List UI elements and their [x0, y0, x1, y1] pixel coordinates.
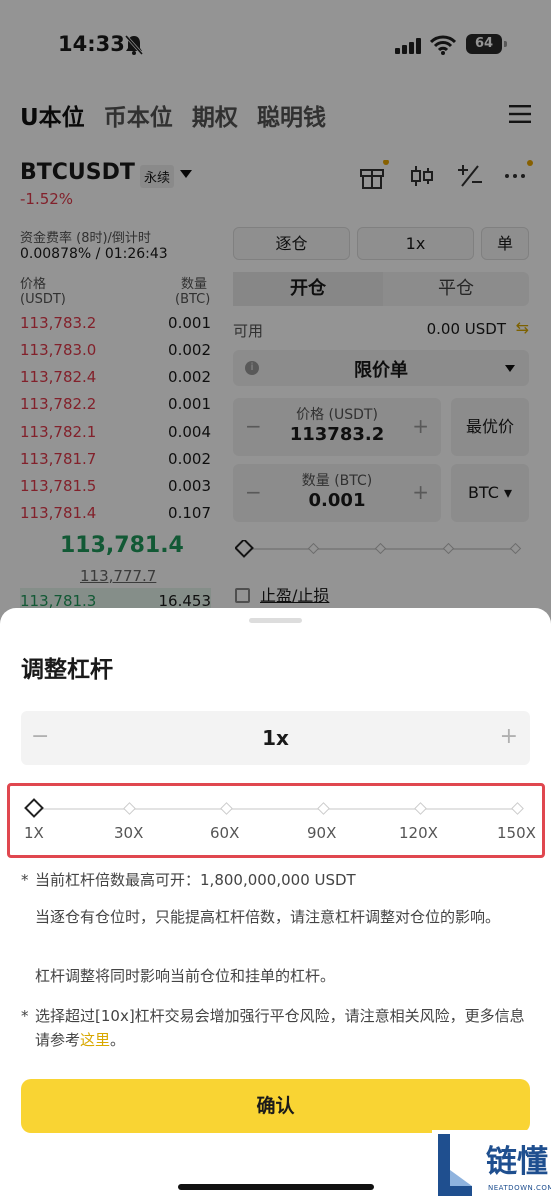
home-indicator[interactable] [178, 1184, 374, 1190]
watermark-text: 链懂 [486, 1144, 548, 1180]
slider-tick-label: 120X [399, 824, 438, 842]
leverage-slider[interactable]: 1X 30X 60X 90X 120X 150X [7, 783, 545, 858]
slider-track[interactable] [36, 808, 520, 810]
slider-tick-label: 90X [307, 824, 337, 842]
sheet-drag-handle[interactable] [249, 618, 302, 623]
risk-more-link[interactable]: 这里 [80, 1031, 110, 1049]
note-affects: 杠杆调整将同时影响当前仓位和挂单的杠杆。 [35, 967, 336, 985]
leverage-increment-button[interactable]: + [500, 724, 518, 749]
slider-node[interactable] [317, 802, 330, 815]
leverage-stepper: − 1x + [21, 711, 530, 765]
slider-node[interactable] [414, 802, 427, 815]
note-isolated: 当逐仓有仓位时，只能提高杠杆倍数，请注意杠杆调整对仓位的影响。 [35, 908, 501, 926]
watermark-logo: 链懂 NEATDOWN.COM [432, 1130, 551, 1200]
slider-tick-label: 30X [114, 824, 144, 842]
note-max-text: 当前杠杆倍数最高可开：1,800,000,000 USDT [35, 871, 356, 889]
slider-node[interactable] [123, 802, 136, 815]
risk-warning-end: 。 [110, 1031, 126, 1049]
watermark-subtext: NEATDOWN.COM [488, 1184, 551, 1192]
leverage-sheet: 调整杠杆 − 1x + 1X 30X 60X 90X 120X 150X * 当前… [0, 608, 551, 1200]
slider-tick-label: 150X [497, 824, 536, 842]
slider-node[interactable] [220, 802, 233, 815]
risk-warning: * 选择超过[10x]杠杆交易会增加强行平仓风险，请注意相关风险，更多信息请参考这… [21, 1007, 525, 1049]
slider-handle[interactable] [24, 798, 44, 818]
confirm-button[interactable]: 确认 [21, 1079, 530, 1133]
slider-node[interactable] [511, 802, 524, 815]
leverage-value[interactable]: 1x [21, 726, 530, 750]
note-max-position: * 当前杠杆倍数最高可开：1,800,000,000 USDT [21, 868, 526, 892]
sheet-title: 调整杠杆 [21, 657, 113, 683]
slider-tick-label: 60X [210, 824, 240, 842]
slider-tick-label: 1X [24, 824, 44, 842]
watermark-l-icon [438, 1134, 472, 1196]
